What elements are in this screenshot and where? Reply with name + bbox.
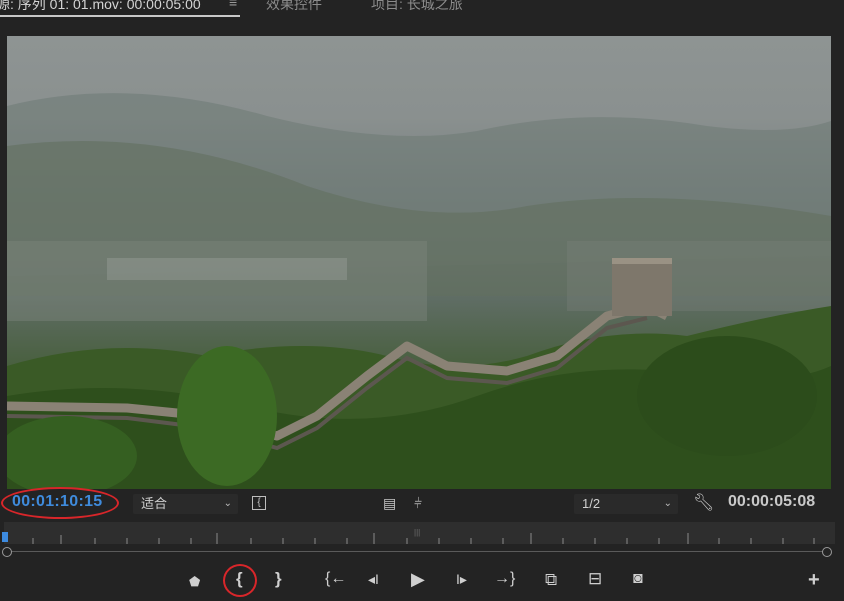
camera-icon[interactable]: ◙ [633, 571, 643, 587]
playhead-marker[interactable] [2, 532, 8, 542]
hamburger-icon[interactable]: ≡ [229, 0, 237, 10]
transport-controls: ⬟ { } {← ◂I ▶ I▸ →} ⧉ ⊟ ◙ + [0, 565, 844, 601]
video-preview[interactable] [7, 36, 831, 489]
tab-project[interactable]: 项目: 长城之旅 [371, 0, 463, 14]
step-back-icon[interactable]: ◂I [368, 572, 379, 586]
zoom-level-value: 适合 [141, 496, 168, 511]
bracket-right-icon[interactable]: } [275, 570, 282, 587]
insert-edit-bracket-icon[interactable]: { [252, 496, 266, 510]
insert-icon[interactable]: ⧉ [545, 571, 557, 588]
zoom-level-select[interactable]: 适合 ⌄ [133, 494, 238, 514]
tab-effect-controls[interactable]: 效果控件 [266, 0, 322, 14]
zoom-handle-left[interactable] [2, 547, 12, 557]
marker-icon[interactable]: ⬟ [189, 575, 200, 588]
step-forward-icon[interactable]: I▸ [456, 572, 467, 586]
film-strip-icon[interactable]: ▤ [383, 496, 396, 510]
playback-resolution-value: 1/2 [582, 496, 601, 511]
annotation-circle-timecode [1, 487, 119, 519]
duration-timecode: 00:00:05:08 [728, 493, 816, 510]
time-ruler[interactable]: ||| [0, 520, 844, 564]
audio-waveform-icon[interactable]: ⫩ [414, 496, 422, 510]
panel-tab-bar: 源: 序列 01: 01.mov: 00:00:05:00 ≡ 效果控件 项目:… [0, 0, 844, 22]
chevron-down-icon: ⌄ [663, 498, 672, 509]
ruler-center-grip[interactable]: ||| [414, 528, 420, 537]
annotation-circle-mark-in [223, 564, 257, 597]
tab-source[interactable]: 源: 序列 01: 01.mov: 00:00:05:00 [0, 0, 201, 14]
play-icon[interactable]: ▶ [411, 570, 425, 588]
wrench-icon[interactable]: 🔧︎ [693, 494, 715, 511]
playback-resolution-select[interactable]: 1/2 ⌄ [574, 494, 678, 514]
zoom-scroll-bar[interactable] [6, 551, 828, 552]
great-wall-landscape-image [7, 93, 831, 489]
overwrite-icon[interactable]: ⊟ [588, 570, 602, 587]
active-tab-indicator [0, 15, 240, 17]
plus-icon[interactable]: + [808, 570, 820, 590]
monitor-control-row: 00:01:10:15 适合 ⌄ { ▤ ⫩ 1/2 ⌄ 🔧︎ 00:00:05… [0, 490, 844, 518]
go-to-in-icon[interactable]: {← [325, 571, 346, 587]
zoom-handle-right[interactable] [822, 547, 832, 557]
chevron-down-icon: ⌄ [223, 498, 232, 509]
go-to-out-icon[interactable]: →} [494, 571, 515, 587]
